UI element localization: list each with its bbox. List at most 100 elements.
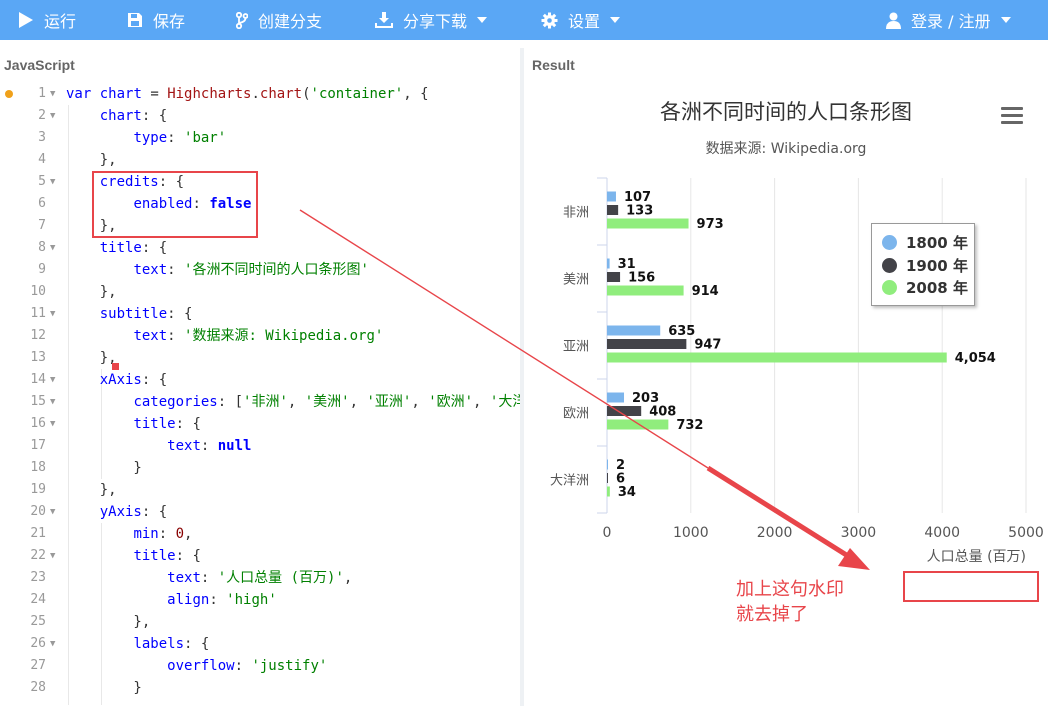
line-number: 27 [30, 658, 46, 673]
code-line[interactable]: 2 ▼ chart: { [0, 105, 520, 127]
settings-menu[interactable]: 设置 [541, 0, 621, 40]
line-number: 11 [30, 306, 46, 321]
bar [607, 218, 689, 229]
code-line[interactable]: 23 text: '人口总量 (百万)', [0, 567, 520, 589]
bar [607, 419, 669, 430]
bar [607, 459, 608, 470]
code-line[interactable]: 1 ▼ var chart = Highcharts.chart('containe… [0, 83, 520, 105]
fold-arrow-icon[interactable]: ▼ [50, 237, 55, 259]
code-line[interactable]: 7 }, [0, 215, 520, 237]
fold-arrow-icon[interactable]: ▼ [50, 501, 55, 523]
code-text: yAxis: { [99, 504, 168, 520]
fold-arrow-icon[interactable]: ▼ [50, 303, 55, 325]
code-line[interactable]: 20 ▼ yAxis: { [0, 501, 520, 523]
chart-subtitle: 数据来源: Wikipedia.org [706, 141, 867, 157]
legend-item-2008[interactable]: 2008 年 [882, 276, 968, 298]
code-text: title: { [99, 240, 168, 256]
save-button[interactable]: 保存 [127, 0, 185, 40]
legend-marker [882, 257, 897, 273]
code-line[interactable]: 10 }, [0, 281, 520, 303]
share-download-menu[interactable]: 分享下载 [375, 0, 488, 40]
code-text: }, [66, 350, 117, 366]
bar [607, 352, 947, 363]
code-line[interactable]: 3 type: 'bar' [0, 127, 520, 149]
chart-menu-icon[interactable] [1001, 107, 1023, 125]
line-number: 7 [38, 218, 46, 233]
y-tick-label: 0 [603, 525, 612, 541]
line-number: 28 [30, 680, 46, 695]
code-line[interactable]: 28 } [0, 677, 520, 699]
code-line[interactable]: 18 } [0, 457, 520, 479]
code-line[interactable]: 19 }, [0, 479, 520, 501]
code-line[interactable]: 4 }, [0, 149, 520, 171]
legend-label: 1800 年 [906, 233, 968, 252]
legend-marker [882, 279, 897, 295]
javascript-pane-title: JavaScript [4, 57, 75, 73]
code-text: xAxis: { [99, 372, 168, 388]
bar [607, 272, 621, 282]
fold-arrow-icon[interactable]: ▼ [50, 105, 55, 127]
code-text: text: null [167, 438, 252, 454]
code-line[interactable]: 24 align: 'high' [0, 589, 520, 611]
fold-arrow-icon[interactable]: ▼ [50, 391, 55, 413]
user-icon [886, 12, 901, 29]
bar-chart: 各洲不同时间的人口条形图数据来源: Wikipedia.org 0 1000 2000… [550, 100, 1044, 565]
code-line[interactable]: 21 min: 0, [0, 523, 520, 545]
line-number: 23 [30, 570, 46, 585]
data-label: 156 [628, 271, 655, 286]
fold-arrow-icon[interactable]: ▼ [50, 633, 55, 655]
line-number: 19 [30, 482, 46, 497]
code-line[interactable]: 9 text: '各洲不同时间的人口条形图' [0, 259, 520, 281]
fold-arrow-icon[interactable]: ▼ [50, 545, 55, 567]
warning-marker [112, 363, 119, 370]
data-label: 947 [694, 338, 721, 353]
code-line[interactable]: 6 enabled: false [0, 193, 520, 215]
code-line[interactable]: 17 text: null [0, 435, 520, 457]
line-number: 20 [30, 504, 46, 519]
data-label: 914 [692, 284, 719, 299]
line-number: 4 [38, 152, 46, 167]
line-number: 18 [30, 460, 46, 475]
code-editor[interactable]: 1 ▼ var chart = Highcharts.chart('containe… [0, 83, 520, 706]
run-button[interactable]: 运行 [18, 0, 76, 40]
fold-arrow-icon[interactable]: ▼ [50, 369, 55, 391]
code-line[interactable]: 5 ▼ credits: { [0, 171, 520, 193]
legend-item-1800[interactable]: 1800 年 [882, 231, 968, 253]
code-line[interactable]: 12 text: '数据来源: Wikipedia.org' [0, 325, 520, 347]
code-line[interactable]: 13 }, [0, 347, 520, 369]
chart-title: 各洲不同时间的人口条形图 [660, 100, 912, 124]
line-number: 14 [30, 372, 46, 387]
fold-arrow-icon[interactable]: ▼ [50, 171, 55, 193]
code-line[interactable]: 27 overflow: 'justify' [0, 655, 520, 677]
login-register-menu[interactable]: 登录 / 注册 [886, 0, 1011, 40]
bar [607, 205, 619, 215]
code-text: overflow: 'justify' [167, 658, 328, 674]
fork-button[interactable]: 创建分支 [236, 0, 322, 40]
code-line[interactable]: 15 ▼ categories: ['非洲', '美洲', '亚洲', '欧洲',… [0, 391, 520, 413]
code-line[interactable]: 11 ▼ subtitle: { [0, 303, 520, 325]
legend-marker [882, 234, 897, 250]
code-line[interactable]: 26 ▼ labels: { [0, 633, 520, 655]
category-label: 非洲 [563, 206, 589, 221]
code-line[interactable]: 8 ▼ title: { [0, 237, 520, 259]
y-tick-label: 5000 [1008, 525, 1044, 541]
code-line[interactable]: 14 ▼ xAxis: { [0, 369, 520, 391]
legend-item-1900[interactable]: 1900 年 [882, 254, 968, 276]
legend-label: 1900 年 [906, 256, 968, 275]
code-line[interactable]: 25 }, [0, 611, 520, 633]
play-icon [19, 12, 33, 28]
line-number: 2 [38, 108, 46, 123]
credits-removed-highlight-box [903, 571, 1039, 602]
fold-arrow-icon[interactable]: ▼ [50, 413, 55, 435]
code-text: categories: ['非洲', '美洲', '亚洲', '欧洲', '大洋… [133, 394, 520, 410]
line-number: 13 [30, 350, 46, 365]
code-text: }, [66, 284, 117, 300]
code-line[interactable]: 16 ▼ title: { [0, 413, 520, 435]
bar [607, 473, 608, 483]
code-line[interactable]: 22 ▼ title: { [0, 545, 520, 567]
fold-arrow-icon[interactable]: ▼ [50, 83, 55, 105]
line-number: 17 [30, 438, 46, 453]
chevron-down-icon [477, 17, 488, 23]
code-text: }, [66, 482, 117, 498]
category-label: 大洋洲 [550, 474, 589, 489]
